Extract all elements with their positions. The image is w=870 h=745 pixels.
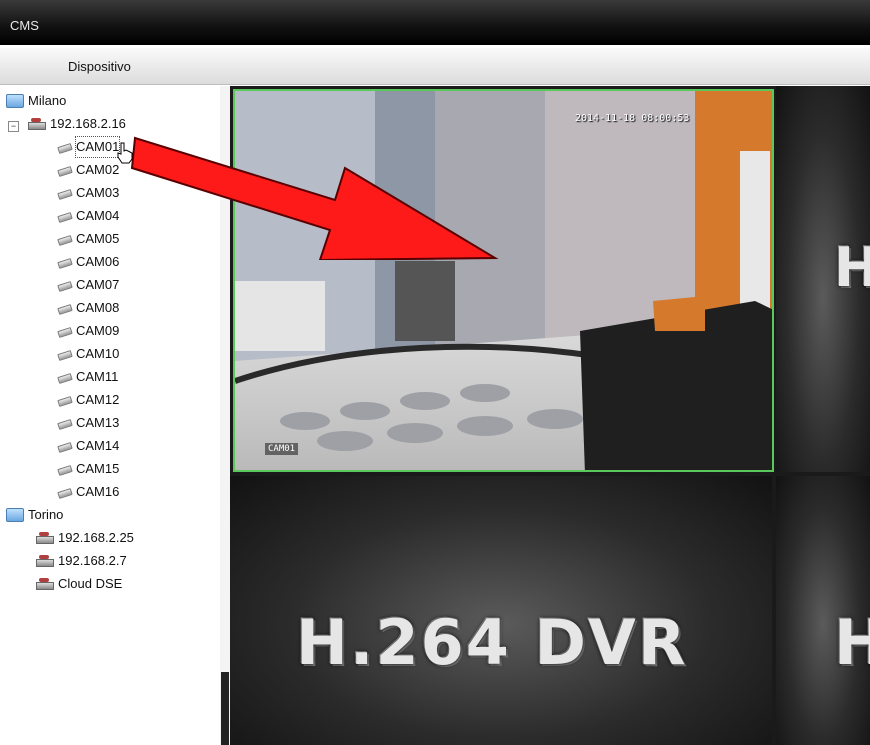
camera-icon — [56, 395, 72, 405]
app-title: CMS — [10, 18, 39, 33]
title-bar: CMS — [0, 0, 870, 45]
tree-dvr-2[interactable]: 192.168.2.25 — [34, 527, 134, 547]
dvr-icon — [34, 577, 54, 590]
camera-icon — [56, 487, 72, 497]
camera-icon — [56, 257, 72, 267]
camera-icon — [56, 280, 72, 290]
camera-icon — [56, 326, 72, 336]
site-icon — [6, 507, 24, 522]
hand-cursor-icon — [117, 142, 133, 164]
camera-icon — [56, 418, 72, 428]
tree-camera-cam03[interactable]: CAM03 — [56, 182, 119, 202]
video-camera-label: CAM01 — [265, 443, 299, 455]
collapse-toggle[interactable]: − — [8, 121, 19, 132]
tree-site-milano[interactable]: Milano — [6, 90, 66, 110]
camera-icon — [56, 234, 72, 244]
site-icon — [6, 93, 24, 108]
tree-camera-cam11[interactable]: CAM11 — [56, 366, 118, 386]
dvr-icon — [26, 117, 46, 130]
camera-icon — [56, 464, 72, 474]
video-timestamp: 2014-11-18 08:00:53 — [575, 113, 690, 124]
camera-icon — [56, 211, 72, 221]
tree-camera-cam04[interactable]: CAM04 — [56, 205, 119, 225]
menu-dispositivo[interactable]: Dispositivo — [68, 59, 131, 74]
tree-camera-cam08[interactable]: CAM08 — [56, 297, 119, 317]
tree-camera-cam02[interactable]: CAM02 — [56, 159, 119, 179]
tree-dvr-cloud[interactable]: Cloud DSE — [34, 573, 122, 593]
camera-icon — [56, 165, 72, 175]
tree-camera-cam09[interactable]: CAM09 — [56, 320, 119, 340]
tree-camera-cam13[interactable]: CAM13 — [56, 412, 119, 432]
annotation-arrow — [130, 136, 499, 260]
tree-camera-cam10[interactable]: CAM10 — [56, 343, 119, 363]
tree-camera-cam07[interactable]: CAM07 — [56, 274, 119, 294]
camera-icon — [56, 303, 72, 313]
tree-camera-cam16[interactable]: CAM16 — [56, 481, 119, 501]
camera-icon — [56, 142, 72, 152]
tree-site-torino[interactable]: Torino — [6, 504, 63, 524]
video-tile-4[interactable]: H.264 DVR — [776, 476, 870, 745]
camera-icon — [56, 349, 72, 359]
dvr-icon — [34, 531, 54, 544]
video-tile-3[interactable]: H.264 DVR — [230, 476, 772, 745]
tree-camera-cam01[interactable]: CAM01 — [56, 135, 121, 158]
camera-icon — [56, 372, 72, 382]
tree-camera-cam15[interactable]: CAM15 — [56, 458, 119, 478]
tree-dvr-3[interactable]: 192.168.2.7 — [34, 550, 127, 570]
dvr-icon — [34, 554, 54, 567]
camera-icon — [56, 441, 72, 451]
tree-dvr-1[interactable]: 192.168.2.16 — [26, 113, 126, 133]
tree-camera-cam06[interactable]: CAM06 — [56, 251, 119, 271]
video-tile-2[interactable]: H.264 DVR — [776, 86, 870, 472]
menu-bar: Dispositivo — [0, 48, 870, 85]
tree-scrollbar-thumb[interactable] — [221, 672, 229, 745]
tree-camera-cam14[interactable]: CAM14 — [56, 435, 119, 455]
camera-icon — [56, 188, 72, 198]
tree-camera-cam05[interactable]: CAM05 — [56, 228, 119, 248]
tree-camera-cam12[interactable]: CAM12 — [56, 389, 119, 409]
